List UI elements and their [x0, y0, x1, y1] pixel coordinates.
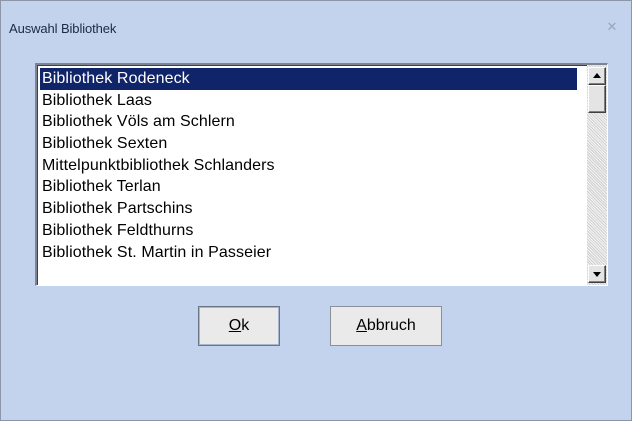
scroll-thumb[interactable] — [588, 85, 606, 113]
list-item[interactable]: Bibliothek Partschins — [40, 198, 577, 220]
scroll-up-button[interactable] — [588, 67, 606, 85]
list-item[interactable]: Bibliothek Völs am Schlern — [40, 111, 577, 133]
cancel-button[interactable]: Abbruch — [330, 306, 442, 346]
cancel-mnemonic: A — [356, 317, 367, 334]
title-bar: Auswahl Bibliothek ✕ — [1, 1, 631, 59]
vertical-scrollbar[interactable] — [587, 65, 607, 285]
ok-button[interactable]: Ok — [198, 306, 280, 346]
arrow-up-icon — [593, 73, 601, 78]
arrow-down-icon — [593, 272, 601, 277]
dialog-title: Auswahl Bibliothek — [9, 21, 117, 36]
close-icon[interactable]: ✕ — [605, 20, 619, 34]
library-listbox[interactable]: Bibliothek Rodeneck Bibliothek Laas Bibl… — [35, 63, 608, 286]
list-item[interactable]: Bibliothek Laas — [40, 90, 577, 112]
list-item[interactable]: Bibliothek Feldthurns — [40, 220, 577, 242]
list-item[interactable]: Bibliothek Terlan — [40, 176, 577, 198]
list-item[interactable]: Mittelpunktbibliothek Schlanders — [40, 155, 577, 177]
list-item[interactable]: Bibliothek St. Martin in Passeier — [40, 242, 577, 264]
ok-mnemonic: O — [228, 317, 242, 334]
list-item[interactable]: Bibliothek Rodeneck — [40, 68, 577, 90]
scroll-down-button[interactable] — [588, 265, 606, 283]
library-selection-dialog: Auswahl Bibliothek ✕ Bibliothek Rodeneck… — [0, 0, 632, 421]
list-item[interactable]: Bibliothek Sexten — [40, 133, 577, 155]
ok-label-rest: k — [241, 317, 250, 334]
library-list: Bibliothek Rodeneck Bibliothek Laas Bibl… — [40, 68, 577, 263]
cancel-label-rest: bbruch — [366, 317, 416, 334]
